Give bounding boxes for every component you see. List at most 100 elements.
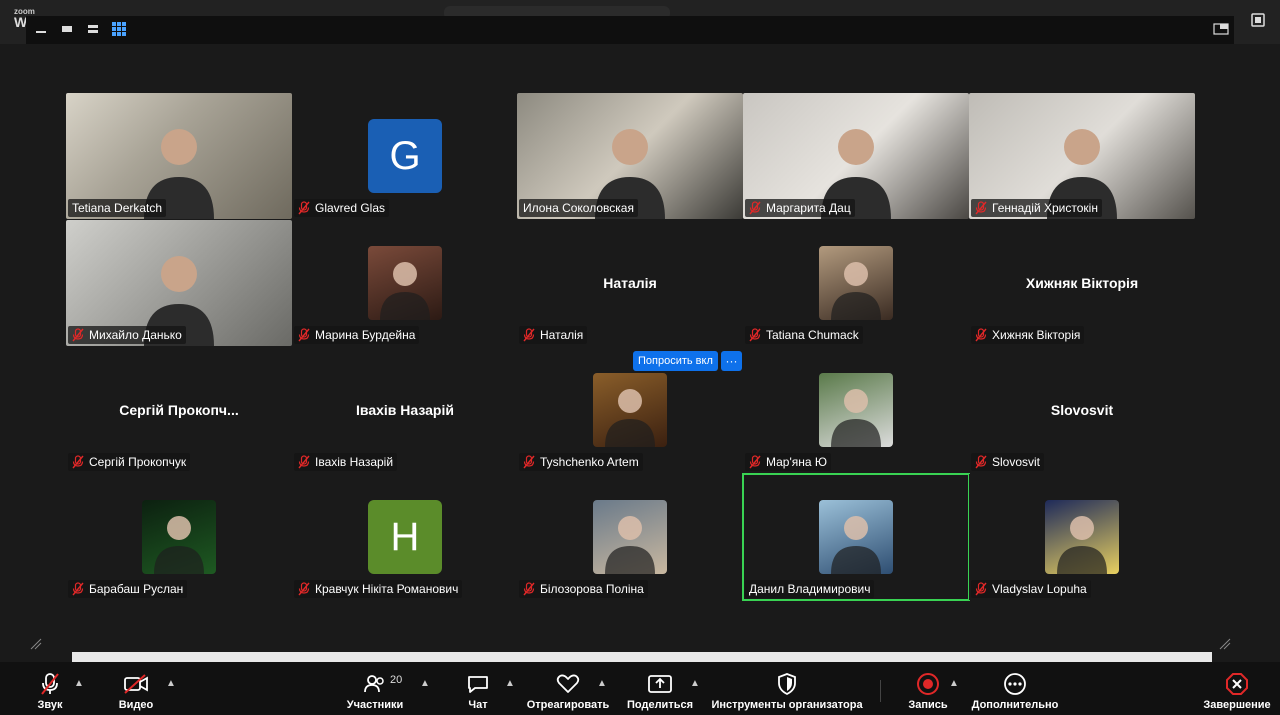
participant-tile[interactable]: H Кравчук Нікіта Романович <box>292 474 518 600</box>
chat-button[interactable]: Чат <box>462 662 494 715</box>
participant-tile[interactable]: Михайло Данько <box>66 220 292 346</box>
participant-name-label: Илона Соколовская <box>519 199 638 217</box>
avatar <box>819 500 893 574</box>
participant-name-label: Геннадій Христокін <box>971 199 1102 217</box>
end-meeting-button[interactable]: Завершение <box>1202 662 1272 715</box>
participant-tile[interactable]: Илона Соколовская <box>517 93 743 219</box>
participants-button[interactable]: Участники <box>345 662 405 715</box>
participant-tile[interactable]: Хижняк Вікторія Хижняк Вікторія <box>969 220 1195 346</box>
participant-tile[interactable]: Білозорова Поліна <box>517 474 743 600</box>
participants-caret-icon[interactable]: ▲ <box>420 678 430 689</box>
muted-mic-icon <box>523 455 540 469</box>
participant-name-label: Барабаш Руслан <box>68 580 188 598</box>
audio-button[interactable]: Звук <box>34 662 66 715</box>
participants-count: 20 <box>390 674 403 686</box>
participant-tile[interactable]: Данил Владимирович <box>742 473 970 601</box>
share-button[interactable]: Поделиться <box>626 662 694 715</box>
participant-name: Илона Соколовская <box>523 201 634 215</box>
video-button[interactable]: Видео <box>116 662 156 715</box>
participant-tile[interactable]: G Glavred Glas <box>292 93 518 219</box>
record-caret-icon[interactable]: ▲ <box>949 678 959 689</box>
share-caret-icon[interactable]: ▲ <box>690 678 700 689</box>
participant-tile[interactable]: Марина Бурдейна <box>292 220 518 346</box>
participant-name-label: Tyshchenko Artem <box>519 453 643 471</box>
host-tools-button[interactable]: Инструменты организатора <box>711 662 863 715</box>
chat-caret-icon[interactable]: ▲ <box>505 678 515 689</box>
muted-mic-icon <box>975 201 992 215</box>
avatar <box>593 500 667 574</box>
record-label: Запись <box>908 699 948 711</box>
react-caret-icon[interactable]: ▲ <box>597 678 607 689</box>
participant-name-label: Хижняк Вікторія <box>971 326 1085 344</box>
minimize-icon[interactable] <box>32 21 50 37</box>
participant-name: Slovosvit <box>992 455 1041 469</box>
gallery-view-icon[interactable] <box>110 21 128 37</box>
more-label: Дополнительно <box>971 699 1059 711</box>
record-button[interactable]: Запись <box>906 662 950 715</box>
participant-tile[interactable]: Tetiana Derkatch <box>66 93 292 219</box>
participant-tile[interactable]: Іваxів Назарій Іваxів Назарій <box>292 347 518 473</box>
avatar <box>819 246 893 320</box>
muted-mic-icon <box>298 328 315 342</box>
avatar <box>142 500 216 574</box>
participant-name-label: Tatiana Chumack <box>745 326 863 344</box>
participant-tile[interactable]: Tatiana Chumack <box>743 220 969 346</box>
avatar <box>819 373 893 447</box>
participant-name-label: Slovosvit <box>971 453 1045 471</box>
view-toolbar <box>26 16 1234 44</box>
participant-tile[interactable]: Vladyslav Lopuha <box>969 474 1195 600</box>
ask-to-unmute-button[interactable]: Попросить вкл <box>633 351 718 371</box>
avatar-letter: H <box>368 500 442 574</box>
avatar <box>1045 500 1119 574</box>
participant-name: Геннадій Христокін <box>992 201 1098 215</box>
muted-mic-icon <box>72 328 89 342</box>
record-icon <box>915 672 941 696</box>
participant-name: Vladyslav Lopuha <box>992 582 1087 596</box>
video-label: Видео <box>118 699 154 711</box>
resize-handle-left[interactable] <box>30 637 42 650</box>
speaker-view-icon[interactable] <box>84 21 102 37</box>
participant-name-label: Михайло Данько <box>68 326 186 344</box>
thumbnail-view-icon[interactable] <box>58 21 76 37</box>
participant-name: Білозорова Поліна <box>540 582 644 596</box>
mic-muted-icon <box>37 672 63 696</box>
pip-icon[interactable] <box>1212 21 1230 37</box>
participant-name-label: Glavred Glas <box>294 199 390 217</box>
shield-icon <box>774 672 800 696</box>
heart-icon <box>555 672 581 696</box>
toolbar-divider <box>880 680 881 702</box>
participant-name-label: Білозорова Поліна <box>519 580 648 598</box>
participant-name: Tyshchenko Artem <box>540 455 639 469</box>
participants-icon <box>362 672 388 696</box>
participant-name-label: Данил Владимирович <box>745 580 875 598</box>
participant-tile[interactable]: Барабаш Руслан <box>66 474 292 600</box>
chat-label: Чат <box>468 699 488 711</box>
participant-name-label: Наталія <box>519 326 588 344</box>
participant-tile[interactable]: Маргарита Дац <box>743 93 969 219</box>
video-caret-icon[interactable]: ▲ <box>166 678 176 689</box>
participant-name: Маргарита Дац <box>766 201 851 215</box>
participant-tile[interactable]: Slovosvit Slovosvit <box>969 347 1195 473</box>
muted-mic-icon <box>975 582 992 596</box>
participant-name-label: Марина Бурдейна <box>294 326 420 344</box>
participant-name: Іваxів Назарій <box>315 455 394 469</box>
participant-name: Glavred Glas <box>315 201 386 215</box>
tile-more-button[interactable]: ··· <box>721 351 742 371</box>
resize-handle-right[interactable] <box>1219 637 1231 650</box>
more-button[interactable]: Дополнительно <box>972 662 1058 715</box>
participant-name: Tetiana Derkatch <box>72 201 163 215</box>
participant-tile[interactable]: Наталія Наталія <box>517 220 743 346</box>
share-screen-icon <box>647 672 673 696</box>
participant-tile[interactable]: Мар'яна Ю <box>743 347 969 473</box>
participant-name: Кравчук Нікіта Романович <box>315 582 459 596</box>
participant-tile[interactable]: Геннадій Христокін <box>969 93 1195 219</box>
participant-name: Хижняк Вікторія <box>992 328 1081 342</box>
exit-fullscreen-icon[interactable] <box>1250 12 1266 28</box>
participant-name: Tatiana Chumack <box>766 328 859 342</box>
participant-name: Сергій Прокопчук <box>89 455 187 469</box>
audio-caret-icon[interactable]: ▲ <box>74 678 84 689</box>
participant-name-label: Кравчук Нікіта Романович <box>294 580 463 598</box>
participant-name: Марина Бурдейна <box>315 328 416 342</box>
participant-tile[interactable]: Сергій Прокопч... Сергій Прокопчук <box>66 347 292 473</box>
muted-mic-icon <box>298 582 315 596</box>
